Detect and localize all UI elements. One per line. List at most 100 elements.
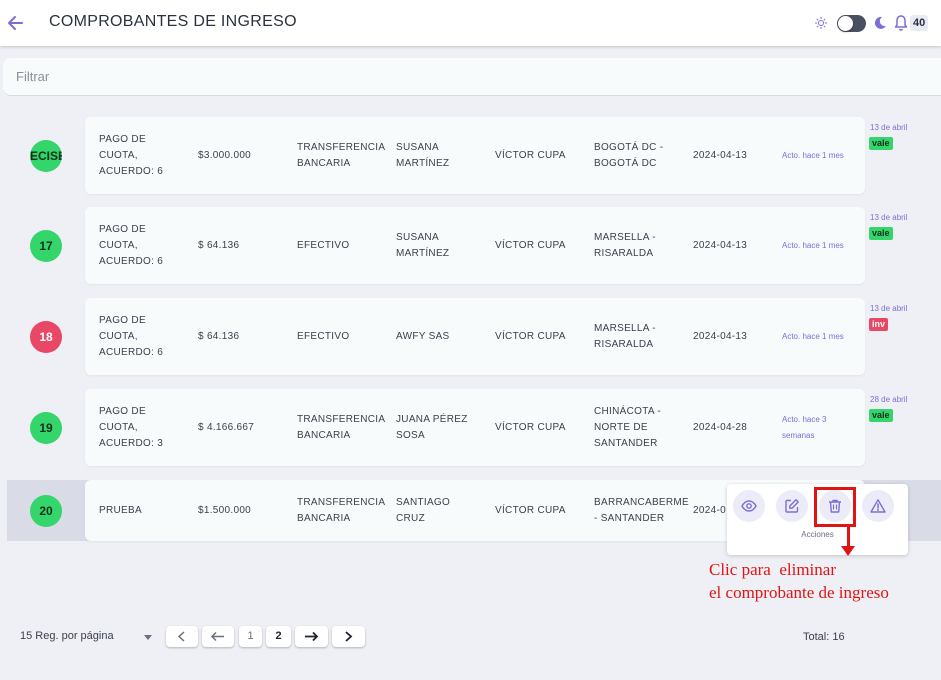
edit-button[interactable] bbox=[776, 490, 808, 522]
cell-concept: PAGO DE CUOTA, ACUERDO: 3 bbox=[99, 404, 163, 452]
theme-toggle[interactable] bbox=[837, 15, 866, 32]
cell-date: 2024-0 bbox=[693, 503, 726, 519]
report-button[interactable] bbox=[862, 490, 894, 522]
cell-amount: $ 4.166.667 bbox=[198, 420, 254, 436]
filter-bar bbox=[3, 58, 941, 96]
cell-line: CUOTA, bbox=[99, 330, 138, 342]
cell-line: ACUERDO: 6 bbox=[99, 346, 164, 358]
cell-method: EFECTIVO bbox=[297, 329, 349, 345]
cell-line: VÍCTOR CUPA bbox=[495, 149, 566, 161]
cell-line: TRANSFERENCIA bbox=[297, 496, 386, 508]
cell-line: 2024-04-13 bbox=[693, 239, 748, 251]
cell-payer: SUSANA MARTÍNEZ bbox=[396, 140, 449, 172]
filter-input[interactable] bbox=[3, 58, 941, 95]
cell-line: PRUEBA bbox=[99, 504, 142, 516]
record-id-badge[interactable]: 19 bbox=[30, 411, 62, 444]
arrow-right-icon bbox=[305, 631, 319, 642]
cell-line: 2024-04-28 bbox=[693, 421, 748, 433]
page-button-2[interactable]: 2 bbox=[266, 626, 291, 647]
cell-date: 2024-04-13 bbox=[693, 238, 747, 254]
cell-line: 2024-04-13 bbox=[693, 149, 748, 161]
cell-line: CHINÁCOTA - bbox=[594, 405, 662, 417]
status-tag: inv bbox=[869, 318, 889, 331]
sun-icon bbox=[815, 17, 827, 29]
cell-line: EFECTIVO bbox=[297, 239, 350, 251]
cell-line: VÍCTOR CUPA bbox=[495, 504, 566, 516]
status-tag: vale bbox=[869, 227, 893, 240]
chevron-left-icon bbox=[177, 631, 185, 642]
annotation-text: Clic para eliminar el comprobante de ing… bbox=[709, 560, 889, 602]
cell-line: CUOTA, bbox=[99, 239, 138, 251]
cell-line: SANTIAGO bbox=[396, 496, 451, 508]
next-page-button[interactable] bbox=[332, 626, 365, 647]
cell-method: TRANSFERENCIA BANCARIA bbox=[297, 495, 385, 527]
view-button[interactable] bbox=[733, 490, 765, 522]
cell-user: VÍCTOR CUPA bbox=[495, 238, 566, 254]
bell-icon[interactable] bbox=[893, 14, 909, 32]
cell-line: CRUZ bbox=[396, 512, 425, 524]
back-arrow-icon[interactable] bbox=[5, 12, 25, 34]
page-button-1[interactable]: 1 bbox=[239, 626, 262, 647]
per-page-select[interactable]: 15 Reg. por página bbox=[20, 630, 114, 642]
cell-line: TRANSFERENCIA bbox=[297, 413, 386, 425]
cell-line: $ 64.136 bbox=[198, 239, 240, 251]
cell-method: TRANSFERENCIA BANCARIA bbox=[297, 140, 385, 172]
next-page-arrow-button[interactable] bbox=[295, 626, 328, 647]
prev-page-button[interactable] bbox=[166, 626, 198, 647]
cell-user: VÍCTOR CUPA bbox=[495, 148, 566, 164]
cell-line: MARTÍNEZ bbox=[396, 247, 450, 259]
cell-concept: PAGO DE CUOTA, ACUERDO: 6 bbox=[99, 132, 163, 180]
cell-line: 2024-0 bbox=[693, 504, 726, 516]
updated-label: Acto. hace 3 semanas bbox=[782, 412, 826, 444]
cell-date: 2024-04-13 bbox=[693, 148, 747, 164]
record-id-badge[interactable]: 17 bbox=[30, 229, 62, 262]
top-bar: COMPROBANTES DE INGRESO 40 bbox=[0, 0, 941, 46]
cell-line: EFECTIVO bbox=[297, 330, 350, 342]
first-page-button[interactable] bbox=[202, 626, 234, 647]
cell-user: VÍCTOR CUPA bbox=[495, 503, 566, 519]
cell-line: MARSELLA - bbox=[594, 231, 656, 243]
record-id-badge[interactable]: ECISE bbox=[30, 139, 62, 172]
cell-line: SUSANA bbox=[396, 231, 439, 243]
cell-amount: $ 64.136 bbox=[198, 238, 239, 254]
cell-city: CHINÁCOTA - NORTE DE SANTANDER bbox=[594, 404, 661, 452]
cell-payer: JUANA PÉREZ SOSA bbox=[396, 412, 468, 444]
cell-city: BOGOTÁ DC - BOGOTÁ DC bbox=[594, 140, 663, 172]
updated-line: Acto. hace 3 bbox=[782, 414, 827, 424]
cell-line: RISARALDA bbox=[594, 247, 654, 259]
cell-line: PAGO DE bbox=[99, 133, 146, 145]
chevron-down-icon[interactable] bbox=[144, 635, 152, 640]
cell-line: CUOTA, bbox=[99, 421, 138, 433]
cell-line: ACUERDO: 6 bbox=[99, 165, 164, 177]
cell-concept: PAGO DE CUOTA, ACUERDO: 6 bbox=[99, 313, 163, 361]
cell-line: PAGO DE bbox=[99, 223, 146, 235]
annotation-arrow-head bbox=[841, 546, 855, 556]
status-tag: vale bbox=[869, 137, 893, 150]
chevron-right-icon bbox=[345, 631, 353, 642]
total-count: Total: 16 bbox=[803, 631, 845, 643]
side-date: 13 de abril bbox=[870, 213, 908, 222]
side-date: 13 de abril bbox=[870, 123, 908, 132]
record-id-badge[interactable]: 18 bbox=[30, 320, 62, 353]
cell-payer: AWFY SAS bbox=[396, 329, 450, 345]
notification-badge: 40 bbox=[910, 15, 929, 31]
delete-highlight-box bbox=[814, 487, 856, 527]
cell-line: $ 64.136 bbox=[198, 330, 240, 342]
cell-method: EFECTIVO bbox=[297, 238, 349, 254]
cell-city: MARSELLA - RISARALDA bbox=[594, 230, 656, 262]
cell-line: TRANSFERENCIA bbox=[297, 141, 386, 153]
cell-line: SUSANA bbox=[396, 141, 439, 153]
cell-line: ACUERDO: 6 bbox=[99, 255, 164, 267]
cell-concept: PRUEBA bbox=[99, 503, 142, 519]
cell-city: MARSELLA - RISARALDA bbox=[594, 321, 656, 353]
status-tag: vale bbox=[869, 409, 893, 422]
cell-line: SOSA bbox=[396, 429, 425, 441]
updated-line: Acto. hace 1 mes bbox=[782, 150, 844, 160]
updated-label: Acto. hace 1 mes bbox=[782, 238, 844, 254]
cell-line: - SANTANDER bbox=[594, 512, 665, 524]
cell-amount: $1.500.000 bbox=[198, 503, 251, 519]
cell-line: $ 4.166.667 bbox=[198, 421, 255, 433]
record-id-badge[interactable]: 20 bbox=[30, 494, 62, 527]
warning-icon bbox=[870, 499, 886, 513]
updated-line: semanas bbox=[782, 430, 815, 440]
